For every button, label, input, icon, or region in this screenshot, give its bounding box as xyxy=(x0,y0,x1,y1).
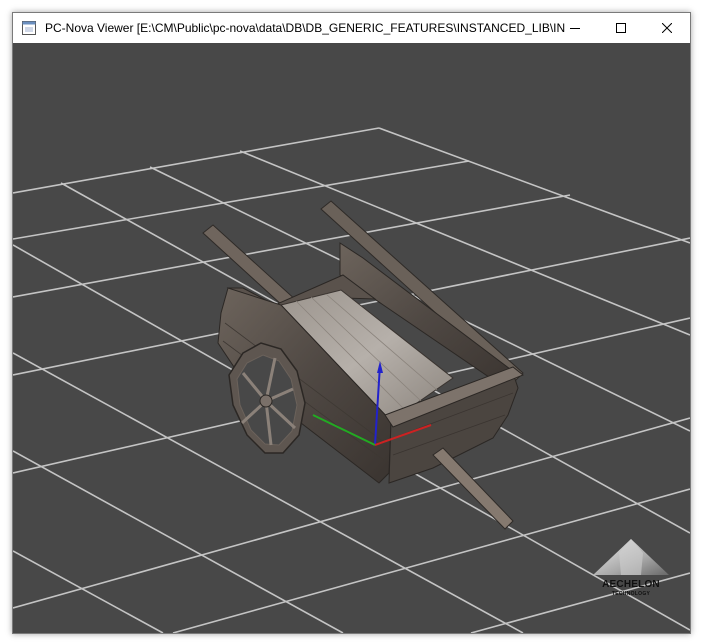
wooden-cart-model[interactable] xyxy=(202,200,524,530)
logo-name: AECHELON xyxy=(602,579,660,590)
aechelon-logo-mark xyxy=(593,539,669,575)
app-window-icon xyxy=(21,20,37,36)
logo-tagline: TECHNOLOGY xyxy=(611,591,651,597)
maximize-icon xyxy=(616,23,626,33)
window-controls xyxy=(552,13,690,43)
minimize-button[interactable] xyxy=(552,13,598,43)
close-button[interactable] xyxy=(644,13,690,43)
title-bar[interactable]: PC-Nova Viewer [E:\CM\Public\pc-nova\dat… xyxy=(13,13,690,43)
minimize-icon xyxy=(570,28,580,29)
maximize-button[interactable] xyxy=(598,13,644,43)
aechelon-logo: AECHELON TECHNOLOGY xyxy=(581,529,681,611)
window-title: PC-Nova Viewer [E:\CM\Public\pc-nova\dat… xyxy=(45,21,565,35)
close-icon xyxy=(662,23,672,33)
viewer-window: PC-Nova Viewer [E:\CM\Public\pc-nova\dat… xyxy=(12,12,691,634)
3d-viewport[interactable]: AECHELON TECHNOLOGY xyxy=(13,43,690,633)
